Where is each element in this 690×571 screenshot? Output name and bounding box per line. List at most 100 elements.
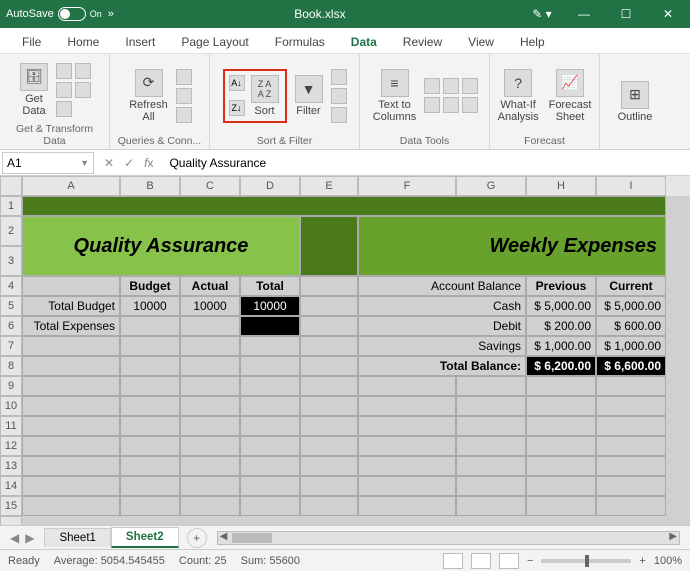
cell-C10[interactable] (180, 396, 240, 416)
cell-C9[interactable] (180, 376, 240, 396)
cell-E8[interactable] (300, 356, 358, 376)
menu-review[interactable]: Review (391, 31, 454, 53)
menu-home[interactable]: Home (55, 31, 111, 53)
row-header-6[interactable]: 6 (0, 316, 22, 336)
col-header-G[interactable]: G (456, 176, 526, 196)
cell-D11[interactable] (240, 416, 300, 436)
whatif-button[interactable]: ? What-If Analysis (496, 67, 541, 125)
close-button[interactable]: ✕ (652, 3, 684, 25)
row-header-15[interactable]: 15 (0, 496, 22, 516)
cell-D14[interactable] (240, 476, 300, 496)
col-header-I[interactable]: I (596, 176, 666, 196)
cell-B14[interactable] (120, 476, 180, 496)
accept-formula-icon[interactable]: ✓ (124, 156, 134, 170)
cell-C13[interactable] (180, 456, 240, 476)
cell-C12[interactable] (180, 436, 240, 456)
menu-data[interactable]: Data (339, 31, 389, 53)
cell-I13[interactable] (596, 456, 666, 476)
cell-G11[interactable] (456, 416, 526, 436)
cell-F12[interactable] (358, 436, 456, 456)
cell-E9[interactable] (300, 376, 358, 396)
sort-az-icon[interactable]: A↓ (229, 75, 245, 91)
get-data-button[interactable]: 🗄 Get Data (18, 61, 50, 119)
col-header-A[interactable]: A (22, 176, 120, 196)
from-web-icon[interactable] (75, 63, 91, 79)
filter-button[interactable]: ▼ Filter (293, 73, 325, 119)
cell-B6[interactable] (120, 316, 180, 336)
cell-D7[interactable] (240, 336, 300, 356)
outline-button[interactable]: ⊞ Outline (616, 79, 655, 125)
cell-H12[interactable] (526, 436, 596, 456)
menu-insert[interactable]: Insert (113, 31, 167, 53)
col-header-F[interactable]: F (358, 176, 456, 196)
cell-B12[interactable] (120, 436, 180, 456)
cell-G9[interactable] (456, 376, 526, 396)
cell-F9[interactable] (358, 376, 456, 396)
cell-E6[interactable] (300, 316, 358, 336)
cell-H15[interactable] (526, 496, 596, 516)
tab-next-icon[interactable]: ▶ (25, 531, 34, 545)
cell-I10[interactable] (596, 396, 666, 416)
col-header-H[interactable]: H (526, 176, 596, 196)
cell-H9[interactable] (526, 376, 596, 396)
cell-G13[interactable] (456, 456, 526, 476)
zoom-in-button[interactable]: + (639, 555, 645, 567)
cell-B9[interactable] (120, 376, 180, 396)
cell-A14[interactable] (22, 476, 120, 496)
spreadsheet[interactable]: ABCDEFGHI 123456789101112131415 Quality … (0, 176, 690, 525)
cell-B15[interactable] (120, 496, 180, 516)
cell-E15[interactable] (300, 496, 358, 516)
cell-H10[interactable] (526, 396, 596, 416)
view-page-break-button[interactable] (499, 553, 519, 569)
data-validation-icon[interactable] (462, 78, 478, 94)
cell-A10[interactable] (22, 396, 120, 416)
flash-fill-icon[interactable] (424, 78, 440, 94)
clear-filter-icon[interactable] (331, 69, 347, 85)
row-header-3[interactable]: 3 (0, 246, 22, 276)
cell-I11[interactable] (596, 416, 666, 436)
cell-B7[interactable] (120, 336, 180, 356)
cell-I9[interactable] (596, 376, 666, 396)
cell-C8[interactable] (180, 356, 240, 376)
fx-icon[interactable]: fx (144, 156, 153, 170)
cell-F11[interactable] (358, 416, 456, 436)
sort-button[interactable]: Z AA Z Sort (249, 73, 281, 119)
row-header-2[interactable]: 2 (0, 216, 22, 246)
cell-A7[interactable] (22, 336, 120, 356)
cell-D8[interactable] (240, 356, 300, 376)
cancel-formula-icon[interactable]: ✕ (104, 156, 114, 170)
cell-G15[interactable] (456, 496, 526, 516)
sort-za-icon[interactable]: Z↓ (229, 100, 245, 116)
cell-C7[interactable] (180, 336, 240, 356)
maximize-button[interactable]: ☐ (610, 3, 642, 25)
cell-B8[interactable] (120, 356, 180, 376)
cell-B10[interactable] (120, 396, 180, 416)
cell-F13[interactable] (358, 456, 456, 476)
from-text-icon[interactable] (56, 63, 72, 79)
cell-C14[interactable] (180, 476, 240, 496)
cell-B11[interactable] (120, 416, 180, 436)
zoom-slider[interactable] (541, 559, 631, 563)
recent-sources-icon[interactable] (75, 82, 91, 98)
view-normal-button[interactable] (443, 553, 463, 569)
cell-E5[interactable] (300, 296, 358, 316)
cell-G14[interactable] (456, 476, 526, 496)
scroll-thumb[interactable] (232, 533, 272, 543)
forecast-sheet-button[interactable]: 📈 Forecast Sheet (547, 67, 594, 125)
cell-F15[interactable] (358, 496, 456, 516)
menu-formulas[interactable]: Formulas (263, 31, 337, 53)
menu-page-layout[interactable]: Page Layout (169, 31, 260, 53)
row-header-9[interactable]: 9 (0, 376, 22, 396)
cell-E14[interactable] (300, 476, 358, 496)
select-all-corner[interactable] (0, 176, 22, 196)
row-header-16[interactable] (0, 516, 22, 525)
cell-I15[interactable] (596, 496, 666, 516)
menu-help[interactable]: Help (508, 31, 557, 53)
cell-D9[interactable] (240, 376, 300, 396)
cell-F10[interactable] (358, 396, 456, 416)
cell-I14[interactable] (596, 476, 666, 496)
advanced-filter-icon[interactable] (331, 107, 347, 123)
queries-icon[interactable] (176, 69, 192, 85)
cell-G10[interactable] (456, 396, 526, 416)
minimize-button[interactable]: — (568, 3, 600, 25)
